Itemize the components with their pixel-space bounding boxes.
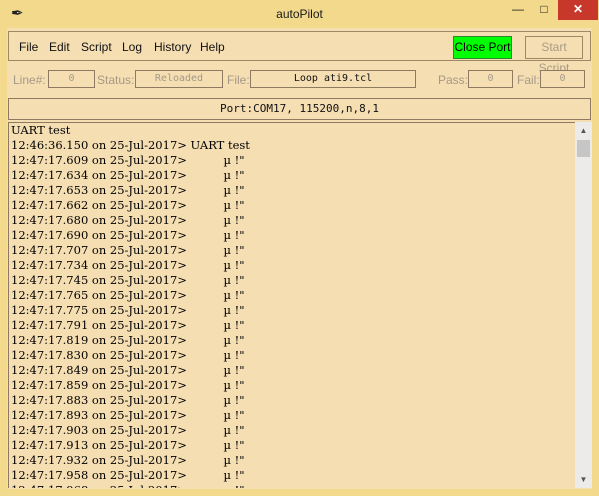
menu-history[interactable]: History bbox=[154, 40, 191, 54]
log-line: 12:47:17.734 on 25-Jul-2017> µ !" bbox=[11, 258, 245, 272]
log-line: 12:47:17.653 on 25-Jul-2017> µ !" bbox=[11, 183, 245, 197]
close-port-button[interactable]: Close Port bbox=[453, 36, 512, 59]
log-line: 12:47:17.765 on 25-Jul-2017> µ !" bbox=[11, 288, 245, 302]
log-line: 12:47:17.707 on 25-Jul-2017> µ !" bbox=[11, 243, 245, 257]
minimize-button[interactable]: — bbox=[505, 0, 531, 20]
menu-script[interactable]: Script bbox=[81, 40, 112, 54]
fail-label: Fail: bbox=[517, 73, 540, 87]
log-line: 12:47:17.958 on 25-Jul-2017> µ !" bbox=[11, 468, 245, 482]
fail-count-field: 0 bbox=[540, 70, 585, 88]
log-line: 12:46:36.150 on 25-Jul-2017> UART test bbox=[11, 138, 250, 152]
log-line: 12:47:17.680 on 25-Jul-2017> µ !" bbox=[11, 213, 245, 227]
scroll-down-icon[interactable]: ▼ bbox=[575, 471, 592, 488]
status-row: Line#: 0 Status: Reloaded File: Loop ati… bbox=[7, 67, 592, 92]
menu-help[interactable]: Help bbox=[200, 40, 225, 54]
maximize-button[interactable]: □ bbox=[531, 0, 557, 20]
log-line: 12:47:17.690 on 25-Jul-2017> µ !" bbox=[11, 228, 245, 242]
log-line: 12:47:17.849 on 25-Jul-2017> µ !" bbox=[11, 363, 245, 377]
log-line: 12:47:17.932 on 25-Jul-2017> µ !" bbox=[11, 453, 245, 467]
pass-count-field: 0 bbox=[468, 70, 513, 88]
log-line: 12:47:17.859 on 25-Jul-2017> µ !" bbox=[11, 378, 245, 392]
scroll-up-icon[interactable]: ▲ bbox=[575, 122, 592, 139]
pass-label: Pass: bbox=[438, 73, 469, 87]
main-panel: File Edit Script Log History Help Close … bbox=[7, 28, 592, 489]
menu-file[interactable]: File bbox=[19, 40, 38, 54]
log-line: 12:47:17.819 on 25-Jul-2017> µ !" bbox=[11, 333, 245, 347]
log-line: UART test bbox=[11, 123, 71, 137]
log-line: 12:47:17.883 on 25-Jul-2017> µ !" bbox=[11, 393, 245, 407]
log-line: 12:47:17.609 on 25-Jul-2017> µ !" bbox=[11, 153, 245, 167]
close-window-button[interactable]: ✕ bbox=[558, 0, 598, 20]
log-line: 12:47:17.913 on 25-Jul-2017> µ !" bbox=[11, 438, 245, 452]
line-number-field: 0 bbox=[48, 70, 95, 88]
log-line: 12:47:17.893 on 25-Jul-2017> µ !" bbox=[11, 408, 245, 422]
port-info-bar: Port:COM17, 115200,n,8,1 bbox=[8, 98, 591, 120]
log-line: 12:47:17.775 on 25-Jul-2017> µ !" bbox=[11, 303, 245, 317]
log-line: 12:47:17.830 on 25-Jul-2017> µ !" bbox=[11, 348, 245, 362]
file-label: File: bbox=[227, 73, 250, 87]
log-line: 12:47:17.968 on 25-Jul-2017> µ !" bbox=[9, 483, 575, 488]
status-field: Reloaded bbox=[135, 70, 223, 88]
file-field: Loop ati9.tcl bbox=[250, 70, 416, 88]
menu-edit[interactable]: Edit bbox=[49, 40, 70, 54]
status-label: Status: bbox=[97, 73, 135, 87]
menu-log[interactable]: Log bbox=[122, 40, 142, 54]
title-bar: ✒ autoPilot — □ ✕ bbox=[0, 0, 599, 28]
line-label: Line#: bbox=[13, 73, 46, 87]
log-line: 12:47:17.662 on 25-Jul-2017> µ !" bbox=[11, 198, 245, 212]
log-scrollbar[interactable]: ▲ ▼ bbox=[575, 122, 592, 488]
log-line: 12:47:17.634 on 25-Jul-2017> µ !" bbox=[11, 168, 245, 182]
log-line: 12:47:17.745 on 25-Jul-2017> µ !" bbox=[11, 273, 245, 287]
menu-bar: File Edit Script Log History Help Close … bbox=[8, 31, 591, 75]
log-line: 12:47:17.903 on 25-Jul-2017> µ !" bbox=[11, 423, 245, 437]
log-output[interactable]: UART test 12:46:36.150 on 25-Jul-2017> UA… bbox=[8, 122, 575, 488]
start-script-button[interactable]: Start Script bbox=[525, 36, 583, 75]
scrollbar-thumb[interactable] bbox=[577, 140, 590, 157]
log-line: 12:47:17.791 on 25-Jul-2017> µ !" bbox=[11, 318, 245, 332]
